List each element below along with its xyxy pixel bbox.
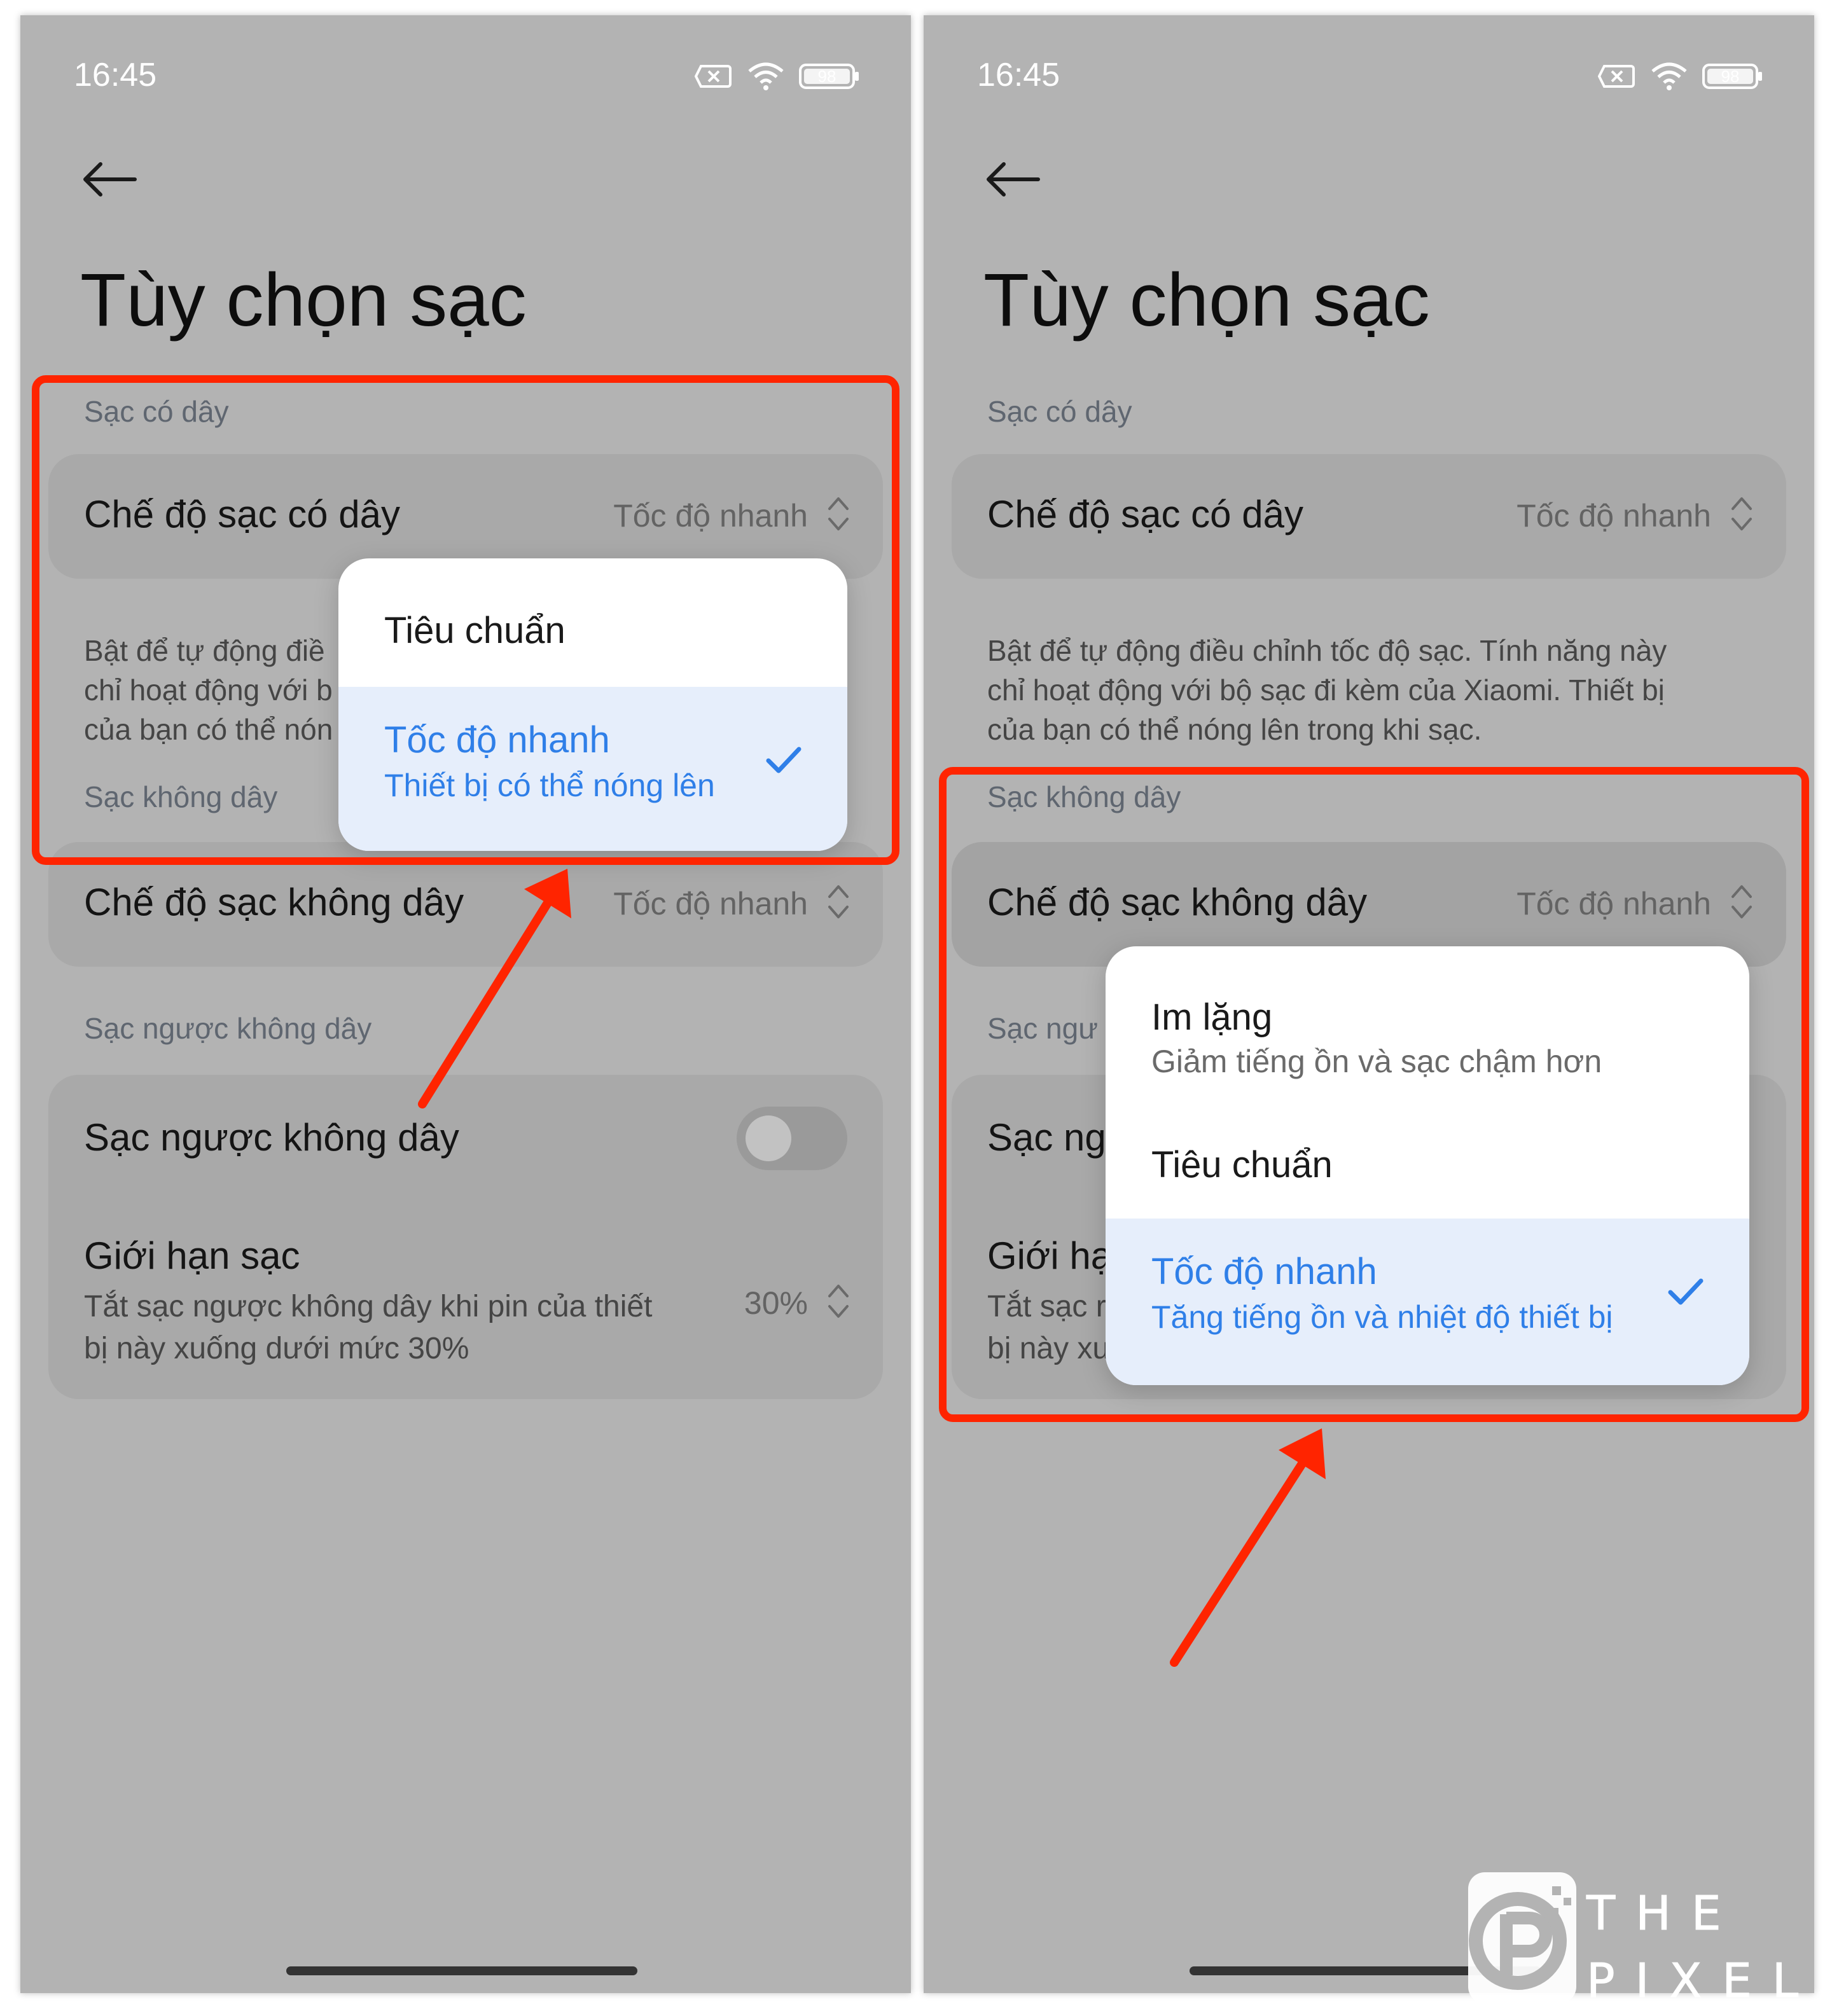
wired-mode-row[interactable]: Chế độ sạc có dây Tốc độ nhanh [952, 454, 1786, 579]
phone-screen-left: 16:45 98 Tùy chọn sạc Sạc có dây Chế độ … [20, 15, 911, 1993]
chevron-updown-icon [828, 885, 849, 918]
battery-level: 98 [818, 67, 836, 86]
charge-limit-title: Giới hạn sạc [84, 1234, 300, 1277]
charge-limit-value[interactable]: 30% [744, 1285, 808, 1322]
logo-text-the: THE [1586, 1886, 1742, 1941]
reverse-card: Sạc ngược không dây Giới hạn sạc Tắt sạc… [48, 1075, 883, 1399]
back-arrow-icon[interactable] [80, 160, 137, 198]
status-time: 16:45 [977, 57, 1060, 93]
battery-icon: 98 [799, 64, 859, 89]
highlight-box-wired [32, 375, 899, 865]
sim-x-icon [1598, 65, 1635, 88]
battery-icon: 98 [1702, 64, 1762, 89]
wired-mode-title: Chế độ sạc có dây [987, 493, 1303, 535]
reverse-toggle-title: Sạc ngược không dây [84, 1116, 459, 1159]
section-label-wired: Sạc có dây [987, 395, 1132, 428]
battery-level: 98 [1721, 67, 1740, 86]
wifi-icon [1651, 62, 1687, 90]
status-time: 16:45 [74, 57, 157, 93]
home-indicator[interactable] [286, 1966, 637, 1975]
the-pixel-logo-mark: THE PIXEL [1468, 1872, 1819, 2009]
the-pixel-logo: THE PIXEL [1463, 1870, 1819, 2010]
wifi-icon [748, 62, 784, 90]
sim-x-icon [695, 65, 732, 88]
wireless-mode-title: Chế độ sạc không dây [84, 881, 464, 923]
status-icons: 98 [695, 62, 860, 90]
chevron-updown-icon [1731, 497, 1752, 530]
chevron-updown-icon [828, 1285, 849, 1318]
back-arrow-icon[interactable] [983, 160, 1041, 198]
logo-text-pixel: PIXEL [1586, 1954, 1819, 2008]
charge-limit-desc: Tắt sạc ngược không dây khi pin của thiế… [84, 1290, 653, 1365]
toggle-knob [746, 1115, 791, 1161]
page-title: Tùy chọn sạc [983, 258, 1430, 342]
status-icons: 98 [1598, 62, 1763, 90]
page-title: Tùy chọn sạc [80, 258, 527, 342]
wired-description: Bật để tự động điều chỉnh tốc độ sạc. Tí… [987, 634, 1667, 746]
highlight-box-wireless [939, 767, 1809, 1422]
wired-mode-value: Tốc độ nhanh [1516, 498, 1711, 534]
reverse-charging-toggle[interactable] [737, 1107, 847, 1170]
section-label-reverse: Sạc ngược không dây [84, 1012, 372, 1045]
wireless-mode-value: Tốc độ nhanh [613, 886, 808, 922]
